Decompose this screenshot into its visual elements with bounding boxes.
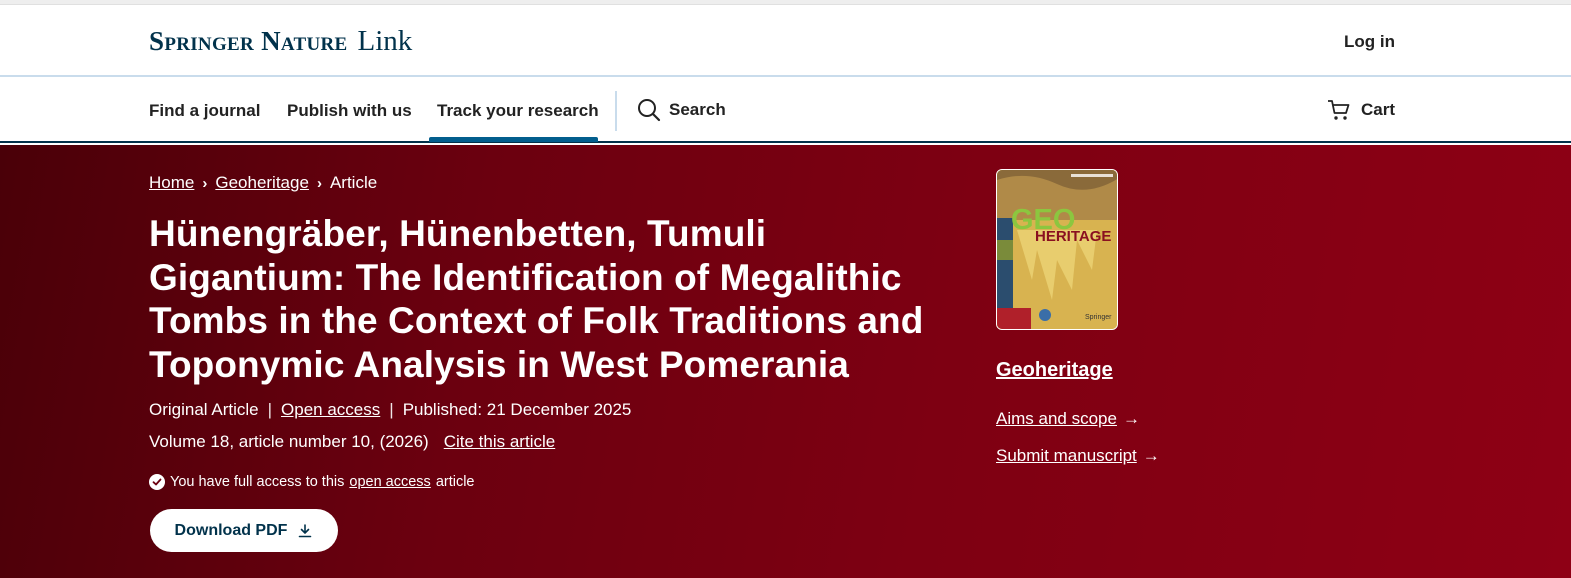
access-note-suffix: article	[435, 474, 475, 490]
cover-heritage-text: HERITAGE	[1035, 228, 1112, 245]
nav-find-journal[interactable]: Find a journal	[149, 101, 260, 121]
article-type: Original Article	[149, 400, 259, 419]
nav-divider	[615, 91, 617, 131]
cart-label: Cart	[1360, 100, 1395, 119]
download-pdf-label: Download PDF	[174, 521, 288, 539]
main-nav: Find a journal Publish with us Track you…	[0, 79, 1571, 143]
published-date: Published: 21 December 2025	[402, 400, 632, 419]
search-button[interactable]: Search	[637, 98, 726, 122]
arrow-right-icon: →	[1142, 446, 1160, 465]
meta-separator: |	[267, 400, 273, 419]
site-header: Springer Nature Link Log in	[0, 5, 1571, 77]
volume-info: Volume 18, article number 10, (2026)	[149, 432, 429, 451]
open-access-link[interactable]: Open access	[281, 400, 380, 420]
aims-scope-link[interactable]: Aims and scope →	[996, 409, 1140, 429]
access-note-link[interactable]: open access	[349, 474, 430, 490]
journal-cover-image[interactable]: GEO HERITAGE Springer	[996, 169, 1118, 330]
cart-icon	[1327, 100, 1350, 120]
brand-link: Link	[357, 25, 413, 57]
chevron-right-icon: ›	[202, 174, 208, 192]
nav-active-indicator	[429, 137, 598, 142]
arrow-right-icon: →	[1122, 409, 1140, 428]
nav-track-research[interactable]: Track your research	[437, 101, 599, 121]
access-note: You have full access to this open access…	[149, 474, 475, 490]
nav-publish-with-us[interactable]: Publish with us	[287, 101, 412, 121]
meta-separator: |	[389, 400, 394, 419]
check-circle-icon	[149, 474, 165, 490]
chevron-right-icon: ›	[316, 174, 322, 192]
journal-name-link[interactable]: Geoheritage	[996, 359, 1113, 382]
download-pdf-button[interactable]: Download PDF	[150, 509, 338, 552]
article-hero: Home › Geoheritage › Article Hünengräber…	[0, 145, 1571, 578]
cart-button[interactable]: Cart	[1327, 98, 1395, 122]
breadcrumb-journal[interactable]: Geoheritage	[215, 173, 309, 193]
search-icon	[638, 99, 661, 122]
article-title: Hünengräber, Hünenbetten, Tumuli Giganti…	[149, 213, 924, 385]
cover-publisher-text: Springer	[1085, 314, 1112, 321]
submit-manuscript-label: Submit manuscript	[996, 446, 1137, 465]
aims-scope-label: Aims and scope	[996, 409, 1117, 428]
breadcrumb: Home › Geoheritage › Article	[149, 173, 377, 193]
search-label: Search	[669, 100, 726, 119]
access-note-prefix: You have full access to this	[170, 474, 345, 490]
breadcrumb-current: Article	[329, 173, 378, 192]
cite-article-link[interactable]: Cite this article	[444, 432, 555, 452]
article-citation-meta: Volume 18, article number 10, (2026) Cit…	[149, 432, 555, 452]
brand-springer-nature: Springer Nature	[149, 26, 348, 56]
springer-nature-link-logo[interactable]: Springer Nature Link	[149, 25, 412, 58]
login-link[interactable]: Log in	[1344, 32, 1395, 52]
submit-manuscript-link[interactable]: Submit manuscript →	[996, 446, 1160, 466]
download-icon	[299, 523, 312, 537]
article-meta: Original Article | Open access | Publish…	[149, 400, 631, 420]
breadcrumb-home[interactable]: Home	[149, 173, 194, 193]
